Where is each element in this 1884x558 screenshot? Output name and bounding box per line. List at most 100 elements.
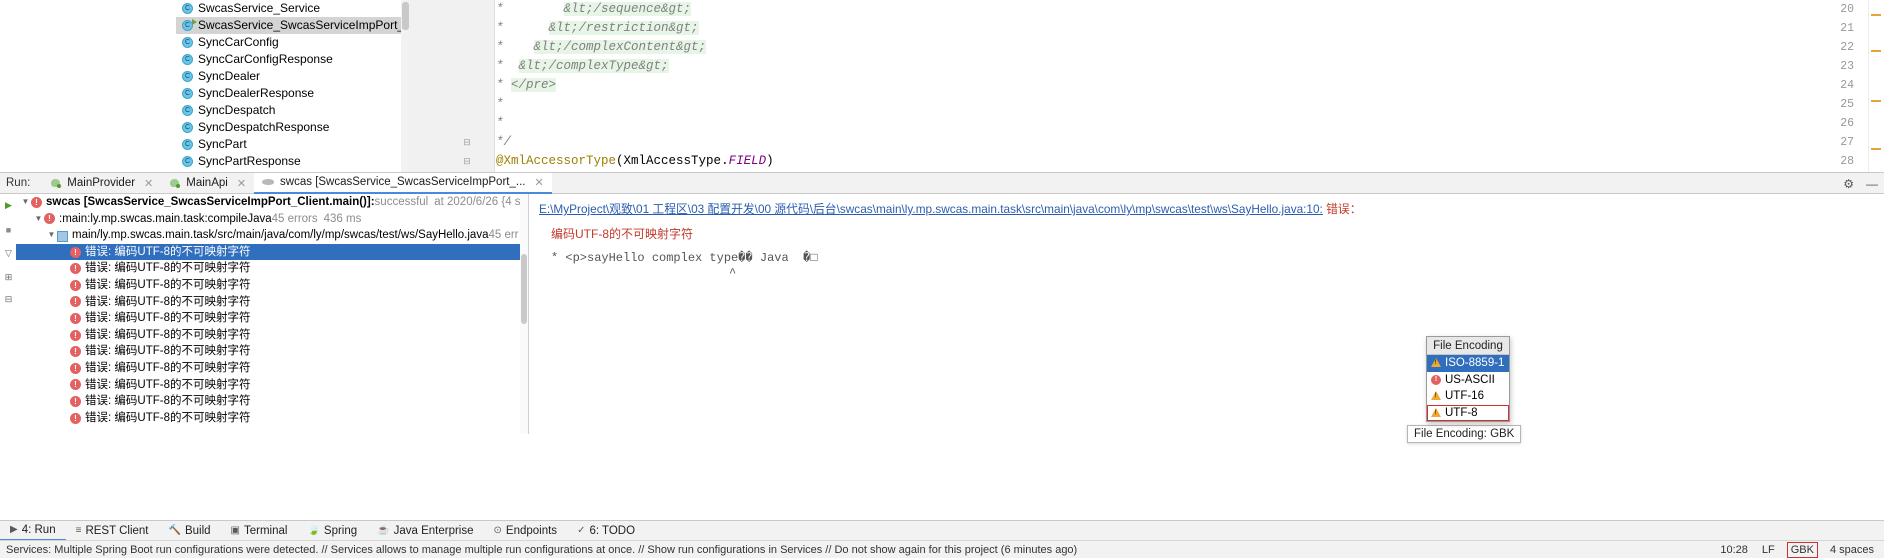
tree-scrollbar[interactable] <box>520 194 528 434</box>
completion-item[interactable]: C SyncCarConfig <box>176 34 410 51</box>
rerun-icon[interactable]: ▶ <box>3 200 14 211</box>
completion-item-label: SyncDealer <box>198 69 261 83</box>
bottom-bar-item[interactable]: ✓ 6: TODO <box>567 521 645 541</box>
run-tab[interactable]: MainProvider ✕ <box>42 173 161 194</box>
completion-item[interactable]: C SyncPartResponse <box>176 153 410 170</box>
collapse-all-icon[interactable]: ⊟ <box>3 294 14 305</box>
completion-scrollbar[interactable] <box>401 0 410 172</box>
tree-row[interactable]: ! 错误: 编码UTF-8的不可映射字符 <box>16 410 528 427</box>
error-icon: ! <box>70 395 81 407</box>
build-error-tree[interactable]: ▼! swcas [SwcasService_SwcasServiceImpPor… <box>16 194 528 434</box>
completion-item[interactable]: C SwcasService_Service <box>176 0 410 17</box>
comment-text: / <box>503 135 512 149</box>
completion-item[interactable]: C SyncCarConfigResponse <box>176 51 410 68</box>
chevron-down-icon[interactable]: ▼ <box>33 211 44 228</box>
tree-row[interactable]: ▼ main/ly.mp.swcas.main.task/src/main/jav… <box>16 227 528 244</box>
punctuation: ( <box>616 154 624 168</box>
tree-row[interactable]: ▼!:main:ly.mp.swcas.main.task:compileJav… <box>16 211 528 228</box>
warning-icon <box>1431 391 1441 401</box>
chevron-down-icon[interactable]: ▼ <box>20 194 31 211</box>
run-icon: ▶ <box>10 524 18 535</box>
tree-row[interactable]: ▼! swcas [SwcasService_SwcasServiceImpPor… <box>16 194 528 211</box>
tree-row[interactable]: ! 错误: 编码UTF-8的不可映射字符 <box>16 243 528 261</box>
bottom-bar-item-label: Spring <box>323 524 358 537</box>
bottom-bar-item[interactable]: ▣ Terminal <box>221 521 298 541</box>
tree-row[interactable]: ! 错误: 编码UTF-8的不可映射字符 <box>16 294 528 311</box>
error-icon: ! <box>70 346 81 358</box>
warning-icon <box>1431 407 1441 418</box>
completion-item[interactable]: C SyncDealerResponse <box>176 85 410 102</box>
completion-scroll-thumb[interactable] <box>402 2 409 30</box>
bottom-bar-item[interactable]: ≡ REST Client <box>66 521 159 541</box>
encoding-option[interactable]: UTF-16 <box>1427 388 1509 405</box>
stop-icon[interactable]: ■ <box>3 224 14 235</box>
run-tab-label: swcas [SwcasService_SwcasServiceImpPort_… <box>280 176 526 188</box>
caret-position[interactable]: 10:28 <box>1720 544 1748 556</box>
warning-marker[interactable] <box>1871 14 1881 16</box>
error-icon: ! <box>70 312 81 324</box>
completion-item-label: SyncPart <box>198 137 247 151</box>
error-detail-pane: E:\MyProject\观致\01 工程区\03 配置开发\00 源代码\后台… <box>529 194 1884 434</box>
file-encoding-popup-title: File Encoding <box>1427 337 1509 355</box>
tree-row[interactable]: ! 错误: 编码UTF-8的不可映射字符 <box>16 310 528 327</box>
indent-setting[interactable]: 4 spaces <box>1830 544 1874 556</box>
encoding-option[interactable]: ! US-ASCII <box>1427 372 1509 389</box>
file-encoding-status[interactable]: GBK <box>1786 541 1818 558</box>
error-icon: ! <box>70 362 81 374</box>
encoding-option-label: ISO-8859-1 <box>1445 357 1505 369</box>
fold-marker-icon[interactable]: ⊟ <box>462 152 472 171</box>
run-tab[interactable]: MainApi ✕ <box>161 173 254 194</box>
expand-all-icon[interactable]: ⊞ <box>3 272 14 283</box>
chevron-down-icon[interactable]: ▼ <box>46 227 57 244</box>
file-icon <box>57 230 68 242</box>
completion-item[interactable]: C SyncDespatchResponse <box>176 119 410 136</box>
minimize-icon[interactable]: — <box>1866 177 1878 191</box>
tree-row[interactable]: ! 错误: 编码UTF-8的不可映射字符 <box>16 377 528 394</box>
fold-marker-icon[interactable]: ⊟ <box>462 133 472 152</box>
bottom-bar-item[interactable]: ⊙ Endpoints <box>484 521 568 541</box>
bottom-bar-item-label: 6: TODO <box>589 524 636 537</box>
tree-row[interactable]: ! 错误: 编码UTF-8的不可映射字符 <box>16 260 528 277</box>
warning-marker[interactable] <box>1871 50 1881 52</box>
tree-row[interactable]: ! 错误: 编码UTF-8的不可映射字符 <box>16 327 528 344</box>
run-tab[interactable]: swcas [SwcasService_SwcasServiceImpPort_… <box>254 172 552 194</box>
comment-text: &lt;/complexContent&gt; <box>533 40 707 54</box>
status-message[interactable]: Services: Multiple Spring Boot run confi… <box>6 544 1077 556</box>
idea-window: C SwcasService_Service C SwcasService_Swcas… <box>0 0 1884 558</box>
tree-row-label: 错误: 编码UTF-8的不可映射字符 <box>85 378 251 391</box>
editor-marker-strip[interactable] <box>1868 0 1884 172</box>
tree-row[interactable]: ! 错误: 编码UTF-8的不可映射字符 <box>16 277 528 294</box>
bottom-bar-item[interactable]: 🍃 Spring <box>297 521 367 541</box>
tree-row[interactable]: ! 错误: 编码UTF-8的不可映射字符 <box>16 343 528 360</box>
completion-item[interactable]: CSwcasService_SwcasServiceImpPort_Client <box>176 17 410 34</box>
encoding-option[interactable]: UTF-8 <box>1427 404 1509 422</box>
tree-row[interactable]: ! 错误: 编码UTF-8的不可映射字符 <box>16 393 528 410</box>
tree-scroll-thumb[interactable] <box>521 254 527 324</box>
completion-item[interactable]: C SyncPart <box>176 136 410 153</box>
encoding-option[interactable]: ISO-8859-1 <box>1427 355 1509 372</box>
editor-gutter[interactable] <box>410 0 495 172</box>
run-tab-bar: Run: MainProvider ✕ MainApi ✕ swcas [SwcasSe… <box>0 172 1884 194</box>
line-separator[interactable]: LF <box>1762 544 1775 556</box>
tree-row[interactable]: ! 错误: 编码UTF-8的不可映射字符 <box>16 360 528 377</box>
completion-item-label: SyncDespatch <box>198 103 276 117</box>
gear-icon[interactable]: ⚙ <box>1843 177 1854 191</box>
close-icon[interactable]: ✕ <box>144 177 153 190</box>
bottom-bar-item[interactable]: ▶ 4: Run <box>0 521 66 541</box>
code-editor[interactable]: 20212223242526272829 ⊟ ⊟ * &lt;/sequence… <box>410 0 1884 187</box>
close-icon[interactable]: ✕ <box>534 176 543 189</box>
bottom-bar-item[interactable]: ☕ Java Enterprise <box>367 521 483 541</box>
error-file-link[interactable]: E:\MyProject\观致\01 工程区\03 配置开发\00 源代码\后台… <box>539 202 1323 216</box>
close-icon[interactable]: ✕ <box>237 177 246 190</box>
class-icon: C <box>182 139 193 150</box>
completion-item[interactable]: C SyncDealer <box>176 68 410 85</box>
code-completion-popup[interactable]: C SwcasService_Service C SwcasService_Swcas… <box>176 0 410 172</box>
error-caret-marker: ^ <box>729 266 737 280</box>
tree-row-label: 错误: 编码UTF-8的不可映射字符 <box>85 245 251 258</box>
warning-marker[interactable] <box>1871 148 1881 150</box>
bottom-bar-item[interactable]: 🔨 Build <box>159 521 221 541</box>
file-encoding-popup[interactable]: File Encoding ISO-8859-1 ! US-ASCII UTF-16 U… <box>1426 336 1510 422</box>
filter-icon[interactable]: ▽ <box>3 248 14 259</box>
warning-marker[interactable] <box>1871 100 1881 102</box>
completion-item[interactable]: C SyncDespatch <box>176 102 410 119</box>
